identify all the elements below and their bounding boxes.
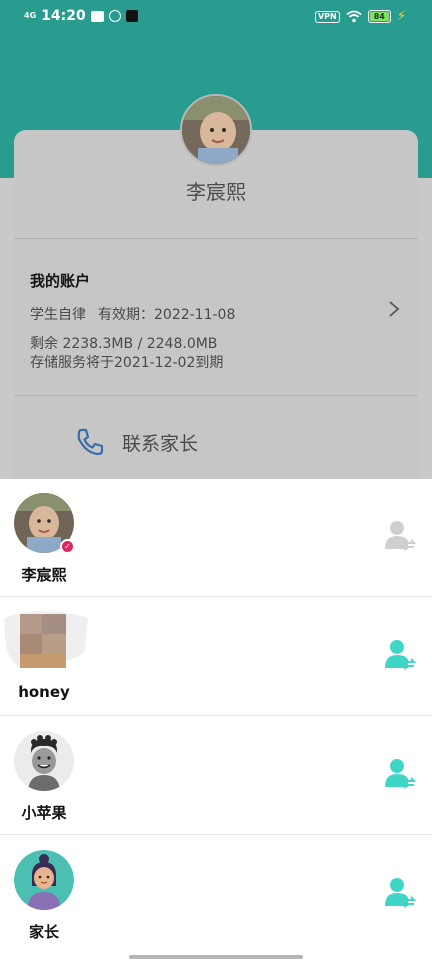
- phone-icon: [77, 428, 104, 456]
- battery-icon: 84: [367, 10, 391, 23]
- member-switch-sheet: ✓ 李宸熙 honey 小苹果 家长: [0, 479, 432, 960]
- charging-icon: ⚡: [396, 9, 406, 24]
- storage-expiry: 存储服务将于2021-12-02到期: [30, 355, 224, 371]
- member-row[interactable]: 家长: [0, 836, 432, 954]
- status-time: 14:20: [41, 8, 86, 24]
- member-name: honey: [18, 683, 70, 701]
- member-name: 小苹果: [21, 804, 67, 822]
- status-bar: 4G 14:20 VPN 84 ⚡: [0, 0, 432, 34]
- contact-parent-button[interactable]: 联系家长: [74, 426, 198, 458]
- member-avatar: [14, 731, 74, 791]
- member-row[interactable]: 小苹果: [0, 717, 432, 835]
- mail-icon: [90, 10, 104, 22]
- member-row[interactable]: ✓ 李宸熙: [0, 479, 432, 597]
- plan-validity: 有效期：2022-11-08: [98, 307, 236, 323]
- member-row[interactable]: honey: [0, 598, 432, 716]
- battery-level: 84: [369, 12, 389, 21]
- member-name: 家长: [28, 923, 59, 941]
- clock-icon: [108, 10, 121, 22]
- contact-parent-label: 联系家长: [122, 432, 199, 455]
- profile-name: 李宸熙: [186, 180, 246, 204]
- account-title: 我的账户: [30, 272, 91, 290]
- divider: [0, 715, 432, 716]
- home-indicator[interactable]: [129, 955, 303, 959]
- switch-user-icon[interactable]: [384, 757, 416, 789]
- switch-user-icon[interactable]: [384, 519, 416, 551]
- member-name: 李宸熙: [21, 566, 67, 584]
- account-plan-row[interactable]: 学生自律 有效期：2022-11-08: [30, 304, 235, 324]
- tiktok-icon: [125, 10, 138, 22]
- divider: [0, 834, 432, 835]
- member-avatar: [14, 850, 74, 910]
- chevron-right-icon[interactable]: [388, 300, 400, 323]
- switch-user-icon[interactable]: [384, 638, 416, 670]
- profile-avatar[interactable]: [180, 94, 252, 166]
- network-indicator: 4G: [24, 11, 37, 20]
- switch-user-icon[interactable]: [384, 876, 416, 908]
- vpn-badge: VPN: [314, 10, 340, 23]
- plan-name: 学生自律: [30, 307, 86, 323]
- divider: [14, 395, 418, 396]
- member-avatar: [0, 608, 90, 673]
- storage-remaining: 剩余 2238.3MB / 2248.0MB: [30, 336, 218, 352]
- divider: [14, 238, 418, 239]
- wifi-icon: [346, 10, 362, 23]
- check-badge-icon: ✓: [60, 539, 75, 554]
- divider: [0, 596, 432, 597]
